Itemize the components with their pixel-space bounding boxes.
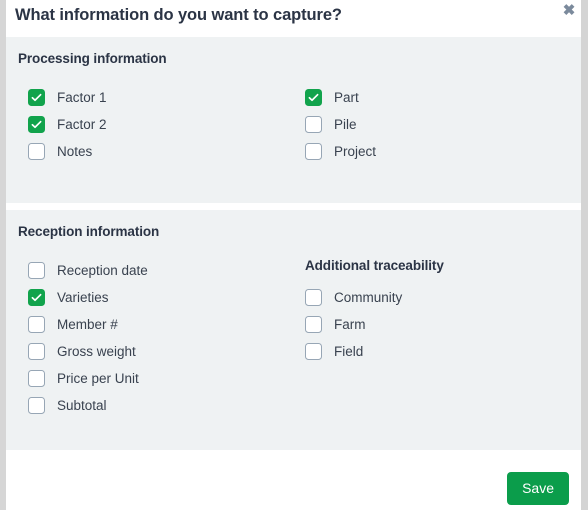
checkbox-row-subtotal[interactable]: Subtotal bbox=[28, 392, 305, 419]
section-heading-reception: Reception information bbox=[18, 224, 160, 239]
checkbox-label-varieties: Varieties bbox=[57, 289, 109, 305]
checkbox-row-reception-date[interactable]: Reception date bbox=[28, 257, 305, 284]
checkbox-row-factor-2[interactable]: Factor 2 bbox=[28, 111, 305, 138]
dialog-body: Processing information Factor 1 Factor 2… bbox=[6, 37, 581, 456]
dialog-footer: Save bbox=[6, 455, 581, 510]
checkbox-farm[interactable] bbox=[305, 316, 322, 333]
checkbox-row-field[interactable]: Field bbox=[305, 338, 581, 365]
processing-right-checklist: Part Pile Project bbox=[305, 84, 581, 165]
checkbox-label-subtotal: Subtotal bbox=[57, 397, 107, 413]
checkbox-project[interactable] bbox=[305, 143, 322, 160]
checkbox-label-notes: Notes bbox=[57, 143, 93, 159]
checkbox-row-farm[interactable]: Farm bbox=[305, 311, 581, 338]
checkbox-row-pile[interactable]: Pile bbox=[305, 111, 581, 138]
checkbox-label-pile: Pile bbox=[334, 116, 357, 132]
checkbox-reception-date[interactable] bbox=[28, 262, 45, 279]
checkbox-label-farm: Farm bbox=[334, 316, 366, 332]
checkbox-factor-2[interactable] bbox=[28, 116, 45, 133]
checkbox-label-reception-date: Reception date bbox=[57, 262, 148, 278]
checkbox-label-gross-weight: Gross weight bbox=[57, 343, 136, 359]
checkbox-row-project[interactable]: Project bbox=[305, 138, 581, 165]
capture-information-dialog: What information do you want to capture?… bbox=[0, 0, 588, 510]
section-divider bbox=[6, 203, 581, 210]
processing-columns: Factor 1 Factor 2 Notes Part Pile Projec… bbox=[18, 84, 581, 165]
reception-columns: Reception date Varieties Member # Gross … bbox=[18, 257, 581, 419]
save-button[interactable]: Save bbox=[507, 471, 569, 505]
checkbox-label-price-per-unit: Price per Unit bbox=[57, 370, 139, 386]
checkbox-price-per-unit[interactable] bbox=[28, 370, 45, 387]
checkbox-label-member-number: Member # bbox=[57, 316, 118, 332]
checkbox-member-number[interactable] bbox=[28, 316, 45, 333]
checkbox-field[interactable] bbox=[305, 343, 322, 360]
processing-left-checklist: Factor 1 Factor 2 Notes bbox=[28, 84, 305, 165]
checkbox-row-member-number[interactable]: Member # bbox=[28, 311, 305, 338]
checkbox-varieties[interactable] bbox=[28, 289, 45, 306]
section-reception-information: Reception information Reception date Var… bbox=[6, 210, 581, 450]
checkbox-label-community: Community bbox=[334, 289, 403, 305]
reception-right-checklist: Community Farm Field bbox=[305, 284, 581, 365]
checkbox-label-project: Project bbox=[334, 143, 377, 159]
reception-left-checklist: Reception date Varieties Member # Gross … bbox=[28, 257, 305, 419]
checkbox-row-notes[interactable]: Notes bbox=[28, 138, 305, 165]
checkbox-community[interactable] bbox=[305, 289, 322, 306]
checkbox-row-factor-1[interactable]: Factor 1 bbox=[28, 84, 305, 111]
checkbox-part[interactable] bbox=[305, 89, 322, 106]
subsection-heading-additional-traceability: Additional traceability bbox=[305, 258, 444, 273]
checkbox-factor-1[interactable] bbox=[28, 89, 45, 106]
page-title: What information do you want to capture? bbox=[15, 6, 342, 24]
checkbox-label-factor-2: Factor 2 bbox=[57, 116, 107, 132]
checkbox-gross-weight[interactable] bbox=[28, 343, 45, 360]
checkbox-row-price-per-unit[interactable]: Price per Unit bbox=[28, 365, 305, 392]
checkbox-label-part: Part bbox=[334, 89, 359, 105]
processing-left-column: Factor 1 Factor 2 Notes bbox=[18, 84, 305, 165]
checkbox-row-part[interactable]: Part bbox=[305, 84, 581, 111]
dialog-header: What information do you want to capture?… bbox=[6, 0, 581, 37]
checkbox-subtotal[interactable] bbox=[28, 397, 45, 414]
checkbox-notes[interactable] bbox=[28, 143, 45, 160]
checkbox-label-field: Field bbox=[334, 343, 364, 359]
processing-right-column: Part Pile Project bbox=[305, 84, 581, 165]
checkbox-row-varieties[interactable]: Varieties bbox=[28, 284, 305, 311]
section-processing-information: Processing information Factor 1 Factor 2… bbox=[6, 37, 581, 203]
reception-left-column: Reception date Varieties Member # Gross … bbox=[18, 257, 305, 419]
checkbox-label-factor-1: Factor 1 bbox=[57, 89, 107, 105]
checkbox-row-community[interactable]: Community bbox=[305, 284, 581, 311]
checkbox-row-gross-weight[interactable]: Gross weight bbox=[28, 338, 305, 365]
checkbox-pile[interactable] bbox=[305, 116, 322, 133]
close-icon[interactable]: ✖ bbox=[558, 0, 580, 21]
reception-right-column: Additional traceability Community Farm F… bbox=[305, 257, 581, 365]
section-heading-processing: Processing information bbox=[18, 51, 167, 66]
